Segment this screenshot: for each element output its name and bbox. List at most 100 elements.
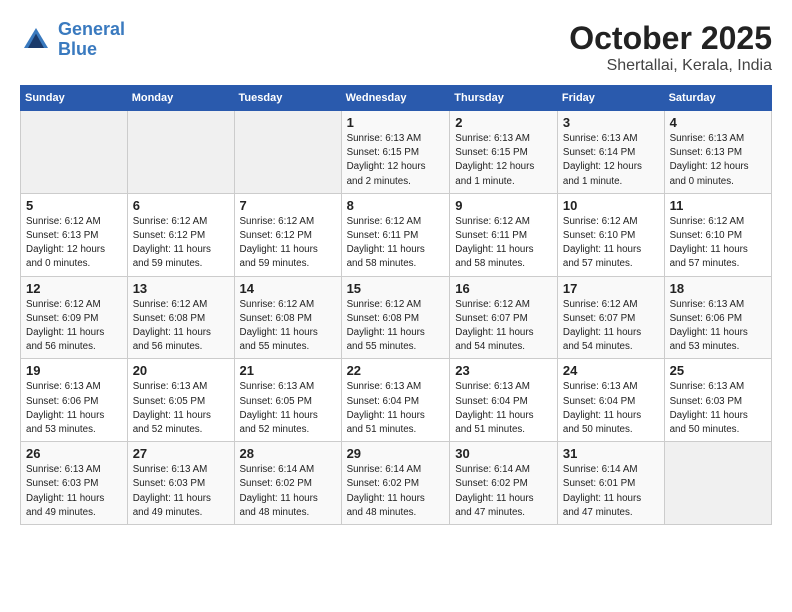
day-info: Sunrise: 6:13 AM Sunset: 6:04 PM Dayligh… — [455, 380, 552, 437]
calendar-cell: 3 Sunrise: 6:13 AM Sunset: 6:14 PM Daylig… — [557, 111, 664, 194]
day-number: 15 — [347, 281, 445, 296]
day-number: 17 — [563, 281, 659, 296]
day-info: Sunrise: 6:13 AM Sunset: 6:14 PM Dayligh… — [563, 132, 659, 189]
day-info: Sunrise: 6:14 AM Sunset: 6:02 PM Dayligh… — [347, 463, 445, 520]
day-number: 16 — [455, 281, 552, 296]
day-info: Sunrise: 6:14 AM Sunset: 6:01 PM Dayligh… — [563, 463, 659, 520]
calendar-cell — [234, 111, 341, 194]
day-info: Sunrise: 6:13 AM Sunset: 6:15 PM Dayligh… — [455, 132, 552, 189]
day-info: Sunrise: 6:12 AM Sunset: 6:08 PM Dayligh… — [133, 298, 229, 355]
logo-icon — [20, 24, 52, 56]
day-info: Sunrise: 6:12 AM Sunset: 6:10 PM Dayligh… — [563, 215, 659, 272]
day-info: Sunrise: 6:13 AM Sunset: 6:15 PM Dayligh… — [347, 132, 445, 189]
title-section: October 2025 Shertallai, Kerala, India — [569, 20, 772, 75]
day-of-week-header: Sunday — [21, 86, 128, 111]
calendar-cell: 2 Sunrise: 6:13 AM Sunset: 6:15 PM Daylig… — [450, 111, 558, 194]
calendar-cell: 6 Sunrise: 6:12 AM Sunset: 6:12 PM Daylig… — [127, 193, 234, 276]
day-of-week-header: Wednesday — [341, 86, 450, 111]
calendar-cell: 17 Sunrise: 6:12 AM Sunset: 6:07 PM Dayli… — [557, 276, 664, 359]
month-title: October 2025 — [569, 20, 772, 57]
day-number: 14 — [240, 281, 336, 296]
day-info: Sunrise: 6:12 AM Sunset: 6:12 PM Dayligh… — [133, 215, 229, 272]
day-info: Sunrise: 6:12 AM Sunset: 6:09 PM Dayligh… — [26, 298, 122, 355]
calendar-cell: 7 Sunrise: 6:12 AM Sunset: 6:12 PM Daylig… — [234, 193, 341, 276]
day-number: 18 — [670, 281, 766, 296]
day-number: 6 — [133, 198, 229, 213]
calendar-cell — [127, 111, 234, 194]
day-info: Sunrise: 6:13 AM Sunset: 6:13 PM Dayligh… — [670, 132, 766, 189]
calendar-cell: 10 Sunrise: 6:12 AM Sunset: 6:10 PM Dayli… — [557, 193, 664, 276]
day-number: 24 — [563, 363, 659, 378]
day-info: Sunrise: 6:12 AM Sunset: 6:12 PM Dayligh… — [240, 215, 336, 272]
calendar-cell: 21 Sunrise: 6:13 AM Sunset: 6:05 PM Dayli… — [234, 359, 341, 442]
day-info: Sunrise: 6:13 AM Sunset: 6:03 PM Dayligh… — [133, 463, 229, 520]
calendar-cell: 11Sunrise: 6:12 AM Sunset: 6:10 PM Dayli… — [664, 193, 771, 276]
logo-text: General Blue — [58, 20, 125, 60]
logo: General Blue — [20, 20, 125, 60]
day-of-week-header: Friday — [557, 86, 664, 111]
day-number: 23 — [455, 363, 552, 378]
calendar-week-row: 5 Sunrise: 6:12 AM Sunset: 6:13 PM Daylig… — [21, 193, 772, 276]
day-info: Sunrise: 6:13 AM Sunset: 6:03 PM Dayligh… — [26, 463, 122, 520]
calendar-cell: 26Sunrise: 6:13 AM Sunset: 6:03 PM Dayli… — [21, 442, 128, 525]
calendar-cell: 29 Sunrise: 6:14 AM Sunset: 6:02 PM Dayli… — [341, 442, 450, 525]
day-of-week-header: Monday — [127, 86, 234, 111]
day-info: Sunrise: 6:13 AM Sunset: 6:06 PM Dayligh… — [670, 298, 766, 355]
day-info: Sunrise: 6:14 AM Sunset: 6:02 PM Dayligh… — [455, 463, 552, 520]
calendar-cell: 5 Sunrise: 6:12 AM Sunset: 6:13 PM Daylig… — [21, 193, 128, 276]
day-number: 4 — [670, 115, 766, 130]
day-number: 29 — [347, 446, 445, 461]
calendar-cell: 28Sunrise: 6:14 AM Sunset: 6:02 PM Dayli… — [234, 442, 341, 525]
calendar-cell: 12 Sunrise: 6:12 AM Sunset: 6:09 PM Dayli… — [21, 276, 128, 359]
day-info: Sunrise: 6:13 AM Sunset: 6:04 PM Dayligh… — [563, 380, 659, 437]
day-number: 7 — [240, 198, 336, 213]
day-number: 10 — [563, 198, 659, 213]
day-info: Sunrise: 6:12 AM Sunset: 6:13 PM Dayligh… — [26, 215, 122, 272]
day-number: 3 — [563, 115, 659, 130]
calendar-cell: 22Sunrise: 6:13 AM Sunset: 6:04 PM Dayli… — [341, 359, 450, 442]
day-number: 31 — [563, 446, 659, 461]
calendar-cell — [21, 111, 128, 194]
day-number: 19 — [26, 363, 122, 378]
calendar-cell: 19Sunrise: 6:13 AM Sunset: 6:06 PM Dayli… — [21, 359, 128, 442]
calendar-cell: 4 Sunrise: 6:13 AM Sunset: 6:13 PM Daylig… — [664, 111, 771, 194]
calendar-cell: 8Sunrise: 6:12 AM Sunset: 6:11 PM Daylig… — [341, 193, 450, 276]
calendar-cell: 14 Sunrise: 6:12 AM Sunset: 6:08 PM Dayli… — [234, 276, 341, 359]
day-of-week-header: Tuesday — [234, 86, 341, 111]
day-info: Sunrise: 6:13 AM Sunset: 6:05 PM Dayligh… — [240, 380, 336, 437]
day-number: 9 — [455, 198, 552, 213]
day-info: Sunrise: 6:12 AM Sunset: 6:07 PM Dayligh… — [563, 298, 659, 355]
calendar-week-row: 12 Sunrise: 6:12 AM Sunset: 6:09 PM Dayli… — [21, 276, 772, 359]
day-number: 8 — [347, 198, 445, 213]
calendar-cell: 27Sunrise: 6:13 AM Sunset: 6:03 PM Dayli… — [127, 442, 234, 525]
day-of-week-header: Saturday — [664, 86, 771, 111]
calendar-cell: 15 Sunrise: 6:12 AM Sunset: 6:08 PM Dayli… — [341, 276, 450, 359]
day-of-week-header: Thursday — [450, 86, 558, 111]
day-info: Sunrise: 6:13 AM Sunset: 6:05 PM Dayligh… — [133, 380, 229, 437]
calendar-week-row: 26Sunrise: 6:13 AM Sunset: 6:03 PM Dayli… — [21, 442, 772, 525]
calendar-cell: 31 Sunrise: 6:14 AM Sunset: 6:01 PM Dayli… — [557, 442, 664, 525]
day-number: 1 — [347, 115, 445, 130]
day-number: 21 — [240, 363, 336, 378]
day-info: Sunrise: 6:12 AM Sunset: 6:10 PM Dayligh… — [670, 215, 766, 272]
day-info: Sunrise: 6:13 AM Sunset: 6:04 PM Dayligh… — [347, 380, 445, 437]
calendar-cell: 30 Sunrise: 6:14 AM Sunset: 6:02 PM Dayli… — [450, 442, 558, 525]
calendar-cell: 13 Sunrise: 6:12 AM Sunset: 6:08 PM Dayli… — [127, 276, 234, 359]
subtitle: Shertallai, Kerala, India — [569, 57, 772, 75]
day-number: 2 — [455, 115, 552, 130]
day-number: 12 — [26, 281, 122, 296]
calendar-week-row: 1 Sunrise: 6:13 AM Sunset: 6:15 PM Daylig… — [21, 111, 772, 194]
day-info: Sunrise: 6:12 AM Sunset: 6:08 PM Dayligh… — [347, 298, 445, 355]
day-info: Sunrise: 6:12 AM Sunset: 6:08 PM Dayligh… — [240, 298, 336, 355]
day-number: 5 — [26, 198, 122, 213]
day-number: 25 — [670, 363, 766, 378]
calendar-cell — [664, 442, 771, 525]
day-number: 30 — [455, 446, 552, 461]
calendar-cell: 24 Sunrise: 6:13 AM Sunset: 6:04 PM Dayli… — [557, 359, 664, 442]
day-info: Sunrise: 6:13 AM Sunset: 6:03 PM Dayligh… — [670, 380, 766, 437]
day-number: 20 — [133, 363, 229, 378]
day-number: 13 — [133, 281, 229, 296]
day-info: Sunrise: 6:14 AM Sunset: 6:02 PM Dayligh… — [240, 463, 336, 520]
calendar-week-row: 19Sunrise: 6:13 AM Sunset: 6:06 PM Dayli… — [21, 359, 772, 442]
calendar-cell: 20 Sunrise: 6:13 AM Sunset: 6:05 PM Dayli… — [127, 359, 234, 442]
